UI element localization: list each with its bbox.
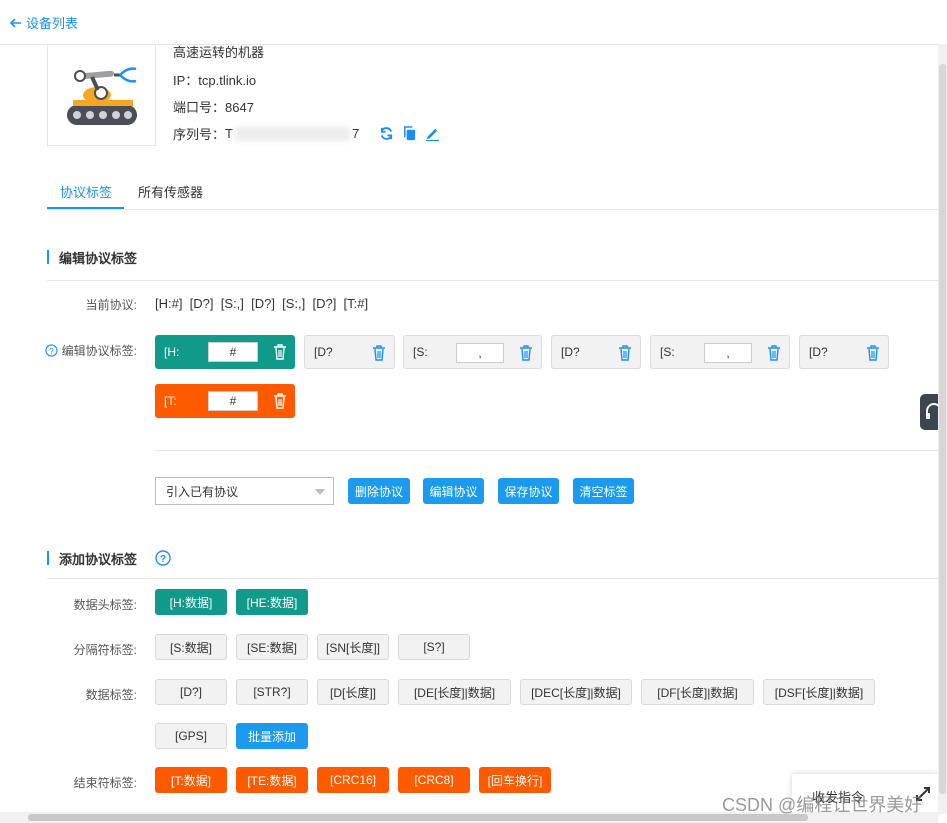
edit-protocol-label: 编辑协议标签: (61, 344, 137, 358)
add-data-tag-button[interactable]: [DE[长度]|数据] (398, 679, 511, 705)
edit-protocol-button[interactable]: 编辑协议 (423, 478, 484, 504)
serial-prefix: T (225, 126, 233, 141)
add-data-tag-button[interactable]: [DEC[长度]|数据] (520, 679, 632, 705)
header-tags-label: 数据头标签: (73, 598, 137, 612)
add-data-tag-button[interactable]: [STR?] (236, 679, 308, 705)
tag-text: [S: (660, 345, 675, 359)
divider (155, 450, 938, 451)
add-separator-tag-button[interactable]: [SN[长度]] (317, 634, 389, 660)
port-value: 8647 (225, 100, 254, 115)
add-section-header: 添加协议标签 ? (47, 547, 171, 569)
tab-bar: 协议标签 所有传感器 (47, 172, 938, 210)
tag-value-input[interactable]: # (208, 342, 258, 362)
current-protocol-value: [H:#] [D?] [S:,] [D?] [S:,] [D?] [T:#] (155, 296, 369, 311)
ip-label: IP： (173, 73, 199, 88)
help-icon[interactable]: ? (155, 550, 171, 566)
trash-icon[interactable] (866, 345, 880, 361)
device-port: 端口号：8647 (173, 97, 254, 116)
refresh-icon[interactable] (379, 126, 394, 141)
add-header-tag-button[interactable]: [H:数据] (155, 589, 227, 615)
tag-text: [D? (314, 345, 333, 359)
tag-text: [D? (561, 345, 580, 359)
tag-text: [D? (809, 345, 828, 359)
trash-icon[interactable] (618, 345, 632, 361)
add-data-tag-button[interactable]: [DSF[长度]|数据] (763, 679, 875, 705)
watermark: CSDN @编程让世界美好 (722, 795, 923, 815)
serial-suffix: 7 (351, 126, 360, 141)
add-crlf-tag-button[interactable]: [回车换行] (479, 767, 551, 793)
add-separator-tag-button[interactable]: [SE:数据] (236, 634, 308, 660)
protocol-tag-data[interactable]: [D? (304, 335, 395, 369)
batch-add-button[interactable]: 批量添加 (236, 723, 308, 749)
device-serial: 序列号： T 7 (173, 124, 440, 143)
protocol-tag-end[interactable]: [T: # (155, 384, 295, 418)
tag-text: [T: (164, 394, 177, 408)
current-protocol-label: 当前协议: (85, 298, 137, 312)
trash-icon[interactable] (372, 345, 386, 361)
device-name: 高速运转的机器 (173, 45, 265, 60)
protocol-tag-separator[interactable]: [S: , (650, 335, 790, 369)
clear-tags-button[interactable]: 清空标签 (573, 478, 634, 504)
trash-icon[interactable] (273, 344, 287, 360)
add-end-tag-button[interactable]: [TE:数据] (236, 767, 308, 793)
add-data-tag-button[interactable]: [DF[长度]|数据] (641, 679, 754, 705)
divider (47, 578, 938, 579)
top-bar: 设备列表 (0, 0, 947, 45)
trash-icon[interactable] (767, 345, 781, 361)
protocol-tag-separator[interactable]: [S: , (403, 335, 542, 369)
port-label: 端口号： (173, 100, 226, 115)
back-arrow-icon (10, 17, 21, 28)
add-section-title: 添加协议标签 (59, 551, 138, 567)
protocol-tag-header[interactable]: [H: # (155, 335, 295, 369)
add-separator-tag-button[interactable]: [S:数据] (155, 634, 227, 660)
tab-active-indicator (47, 207, 124, 209)
back-to-device-list[interactable]: 设备列表 (10, 13, 78, 32)
add-crc8-tag-button[interactable]: [CRC8] (398, 767, 470, 793)
edit-section-header: 编辑协议标签 (47, 246, 137, 268)
add-header-end-tag-button[interactable]: [HE:数据] (236, 589, 308, 615)
trash-icon[interactable] (519, 345, 533, 361)
tag-text: [S: (413, 345, 428, 359)
delete-protocol-button[interactable]: 删除协议 (348, 478, 410, 504)
add-crc16-tag-button[interactable]: [CRC16] (317, 767, 389, 793)
protocol-tag-data[interactable]: [D? (799, 335, 889, 369)
edit-section-title: 编辑协议标签 (59, 250, 138, 266)
serial-label: 序列号： (173, 127, 226, 142)
save-protocol-button[interactable]: 保存协议 (498, 478, 559, 504)
chevron-down-icon (315, 489, 325, 495)
end-tags-label: 结束符标签: (73, 776, 137, 790)
tag-value-input[interactable]: , (456, 343, 504, 363)
tab-all-sensors[interactable]: 所有传感器 (138, 182, 203, 201)
tag-value-input[interactable]: # (208, 391, 258, 411)
divider (47, 280, 938, 281)
add-data-tag-button[interactable]: [D?] (155, 679, 227, 705)
copy-icon[interactable] (402, 126, 417, 141)
tag-value-input[interactable]: , (704, 343, 752, 363)
back-label: 设备列表 (26, 16, 79, 31)
edit-protocol-label-row: ? 编辑协议标签: (40, 342, 137, 359)
device-image (47, 44, 156, 146)
add-separator-tag-button[interactable]: [S?] (398, 634, 470, 660)
device-ip: IP：tcp.tlink.io (173, 70, 256, 89)
data-tags-label: 数据标签: (85, 688, 137, 702)
serial-redacted (234, 126, 350, 141)
select-value: 引入已有协议 (166, 484, 239, 499)
ip-value: tcp.tlink.io (198, 73, 257, 88)
add-data-tag-button[interactable]: [D[长度]] (317, 679, 389, 705)
edit-icon[interactable] (425, 126, 440, 141)
vertical-scrollbar[interactable] (938, 44, 947, 814)
svg-text:?: ? (49, 346, 54, 356)
tag-text: [H: (164, 345, 180, 359)
add-gps-tag-button[interactable]: [GPS] (155, 723, 227, 749)
existing-protocol-select[interactable]: 引入已有协议 (155, 477, 334, 505)
help-icon[interactable]: ? (45, 344, 58, 357)
svg-text:?: ? (160, 554, 166, 565)
trash-icon[interactable] (273, 393, 287, 409)
add-end-tag-button[interactable]: [T:数据] (155, 767, 227, 793)
tab-protocol-tags[interactable]: 协议标签 (60, 182, 112, 201)
protocol-tag-data[interactable]: [D? (551, 335, 641, 369)
separator-tags-label: 分隔符标签: (73, 643, 137, 657)
